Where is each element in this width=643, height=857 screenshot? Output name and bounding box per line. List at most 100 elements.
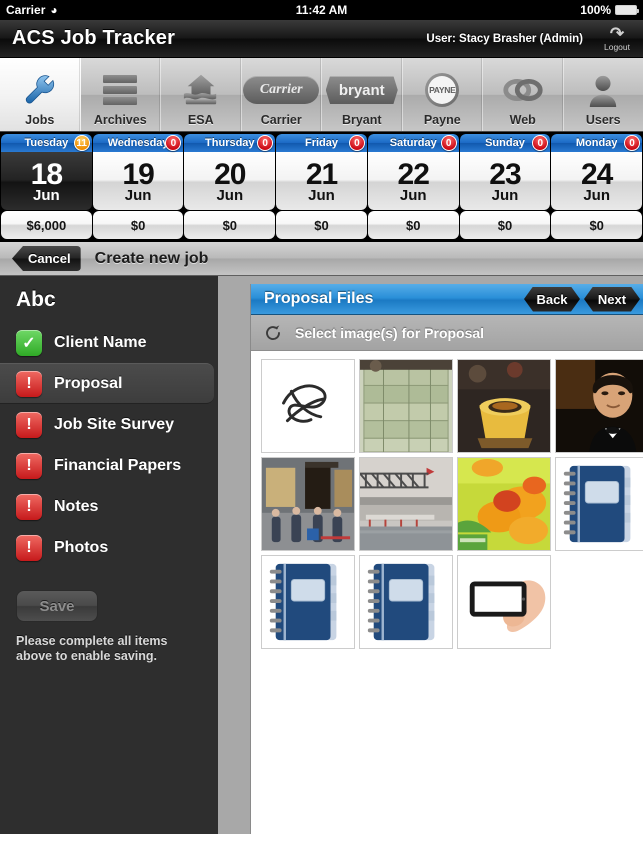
- thumb-stacked-banknotes[interactable]: [359, 359, 453, 453]
- day-total-saturday[interactable]: $0: [367, 211, 459, 239]
- panel-header: Proposal Files Back Next: [251, 284, 643, 315]
- day-name-label: Wednesday: [107, 137, 169, 149]
- day-number: 21: [305, 157, 338, 191]
- status-bar-clock: 11:42 AM: [295, 3, 348, 17]
- day-name-label: Tuesday: [24, 137, 69, 149]
- link-rings-icon: [500, 68, 546, 112]
- house-icon: [179, 68, 223, 112]
- checklist-item-proposal[interactable]: ! Proposal: [0, 363, 214, 404]
- day-card-header: Tuesday 11: [1, 134, 92, 152]
- day-card-friday[interactable]: Friday 0 21 Jun: [276, 134, 367, 210]
- page-title: ACS Job Tracker: [12, 27, 176, 49]
- day-card-body: 22 Jun: [367, 152, 459, 210]
- tab-payne[interactable]: PAYNE Payne: [403, 58, 483, 131]
- archive-stack-icon: [103, 68, 138, 112]
- day-name-label: Monday: [575, 137, 618, 149]
- day-name-label: Friday: [305, 137, 339, 149]
- refresh-icon[interactable]: [263, 323, 283, 343]
- day-job-count-badge: 0: [624, 135, 641, 151]
- date-strip: Tuesday 11 18 Jun Wednesday 0 19 Jun Thu…: [0, 132, 643, 210]
- tab-users[interactable]: Users: [564, 58, 643, 131]
- tab-carrier[interactable]: Carrier Carrier: [242, 58, 322, 131]
- right-pane: Proposal Files Back Next Select image(s)…: [218, 276, 643, 834]
- logout-button[interactable]: ↷ Logout: [591, 20, 643, 58]
- tab-label: Users: [585, 113, 621, 127]
- tab-web[interactable]: Web: [483, 58, 564, 131]
- person-icon: [587, 68, 619, 112]
- checklist-item-label: Notes: [54, 497, 99, 515]
- day-card-tuesday[interactable]: Tuesday 11 18 Jun: [1, 134, 92, 210]
- checklist-item-notes[interactable]: ! Notes: [0, 486, 218, 527]
- tab-label: Web: [509, 113, 536, 127]
- cancel-button[interactable]: Cancel: [12, 246, 81, 271]
- proposal-files-panel: Proposal Files Back Next Select image(s)…: [250, 284, 643, 834]
- day-job-count-badge: 0: [440, 135, 457, 151]
- thumbnail-grid-area: [251, 351, 643, 834]
- thumb-bridge-waterfront[interactable]: [359, 457, 453, 551]
- day-card-wednesday[interactable]: Wednesday 0 19 Jun: [92, 134, 184, 210]
- day-total-monday[interactable]: $0: [551, 211, 643, 239]
- day-month: Jun: [583, 186, 610, 204]
- checklist-item-client-name[interactable]: ✓ Client Name: [0, 322, 218, 363]
- thumb-orange-food-closeup[interactable]: [457, 457, 551, 551]
- current-user-label: User: Stacy Brasher (Admin): [426, 32, 583, 45]
- day-month: Jun: [33, 186, 60, 204]
- ios-status-bar: Carrier ◕ 11:42 AM 100%: [0, 0, 643, 20]
- thumb-blue-notebook-2[interactable]: [261, 555, 355, 649]
- wifi-icon: ◕: [50, 3, 58, 17]
- day-card-body: 24 Jun: [551, 152, 643, 210]
- day-month: Jun: [399, 186, 427, 204]
- thumb-blue-notebook-3[interactable]: [359, 555, 453, 649]
- tab-esa[interactable]: ESA: [161, 58, 242, 131]
- day-card-header: Wednesday 0: [92, 134, 184, 152]
- thumbnail-grid: [261, 359, 643, 649]
- exclamation-icon: !: [16, 370, 42, 397]
- battery-full-icon: [615, 5, 639, 15]
- day-total-tuesday[interactable]: $6,000: [1, 211, 92, 239]
- thumb-signature-scribble[interactable]: [261, 359, 355, 453]
- carrier-logo-icon: Carrier: [243, 68, 320, 112]
- bryant-logo-icon: bryant: [325, 68, 398, 112]
- day-total-thursday[interactable]: $0: [184, 211, 276, 239]
- status-bar-left: Carrier ◕: [6, 3, 58, 17]
- day-card-sunday[interactable]: Sunday 0 23 Jun: [459, 134, 551, 210]
- checklist-item-photos[interactable]: ! Photos: [0, 527, 218, 568]
- day-card-body: 23 Jun: [459, 152, 551, 210]
- day-total-wednesday[interactable]: $0: [92, 211, 184, 239]
- day-total-sunday[interactable]: $0: [459, 211, 551, 239]
- tab-jobs[interactable]: Jobs: [0, 58, 81, 131]
- day-card-saturday[interactable]: Saturday 0 22 Jun: [367, 134, 459, 210]
- battery-percent-label: 100%: [580, 3, 611, 17]
- day-month: Jun: [491, 186, 519, 204]
- panel-nav-buttons: Back Next: [524, 287, 643, 312]
- day-card-monday[interactable]: Monday 0 24 Jun: [551, 134, 643, 210]
- tab-bryant[interactable]: bryant Bryant: [322, 58, 403, 131]
- thumb-man-in-tuxedo[interactable]: [555, 359, 643, 453]
- thumb-hermes-storefront[interactable]: [261, 457, 355, 551]
- exclamation-icon: !: [16, 411, 42, 438]
- content-area: Abc ✓ Client Name ! Proposal ! Job Site …: [0, 276, 643, 834]
- day-name-label: Thursday: [205, 137, 255, 149]
- logout-button-label: Logout: [604, 41, 630, 52]
- day-card-thursday[interactable]: Thursday 0 20 Jun: [184, 134, 276, 210]
- day-number: 19: [122, 157, 154, 191]
- day-total-friday[interactable]: $0: [276, 211, 367, 239]
- checklist-item-financial-papers[interactable]: ! Financial Papers: [0, 445, 218, 486]
- day-number: 18: [30, 157, 63, 191]
- day-job-count-badge: 11: [73, 135, 90, 151]
- tab-label: ESA: [187, 113, 214, 127]
- back-button[interactable]: Back: [524, 287, 580, 312]
- save-button[interactable]: Save: [16, 590, 98, 622]
- thumb-yellow-bowl-food[interactable]: [457, 359, 551, 453]
- checklist-item-job-site-survey[interactable]: ! Job Site Survey: [0, 404, 218, 445]
- day-card-header: Sunday 0: [459, 134, 551, 152]
- next-button[interactable]: Next: [584, 287, 640, 312]
- thumb-blue-notebook-1[interactable]: [555, 457, 643, 551]
- exclamation-icon: !: [16, 452, 42, 479]
- thumb-hand-holding-phone[interactable]: [457, 555, 551, 649]
- day-card-header: Monday 0: [551, 134, 643, 152]
- day-card-body: 20 Jun: [184, 152, 276, 210]
- tab-archives[interactable]: Archives: [81, 58, 161, 131]
- day-job-count-badge: 0: [257, 135, 274, 151]
- exclamation-icon: !: [16, 534, 42, 561]
